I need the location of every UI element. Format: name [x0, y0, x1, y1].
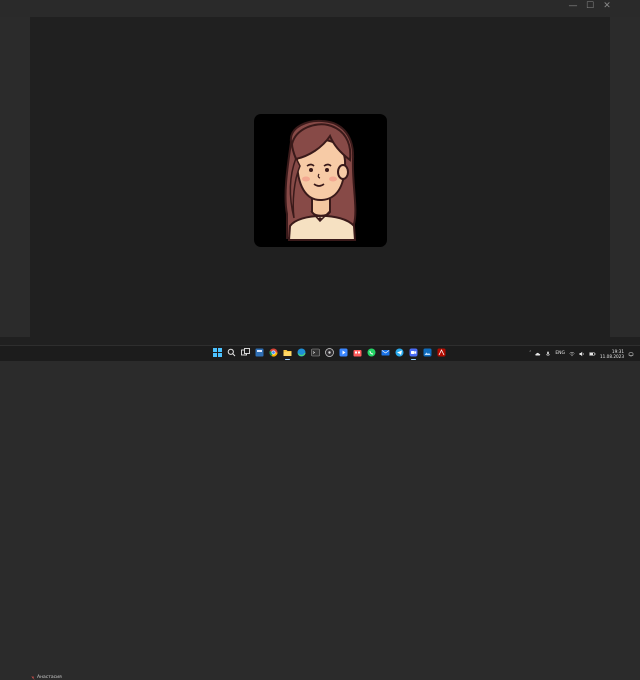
terminal-icon[interactable]	[310, 347, 321, 358]
wifi-icon[interactable]	[569, 351, 575, 357]
media-app-icon[interactable]	[338, 347, 349, 358]
system-tray: ˄ ENG 19:31 11.08.2023	[529, 346, 640, 361]
minimize-button[interactable]: —	[568, 1, 578, 11]
maximize-button[interactable]: ☐	[585, 1, 595, 11]
taskbar-clock[interactable]: 19:31 11.08.2023	[600, 349, 624, 359]
widgets-icon[interactable]	[254, 347, 265, 358]
volume-icon[interactable]	[579, 351, 585, 357]
mic-muted-icon	[31, 675, 35, 680]
onedrive-icon[interactable]	[535, 351, 541, 357]
acrobat-icon[interactable]	[436, 347, 447, 358]
edge-icon[interactable]	[296, 347, 307, 358]
participant-name: Анастасия	[37, 675, 62, 680]
participant-name-bar: Анастасия	[0, 337, 640, 680]
chrome-icon[interactable]	[268, 347, 279, 358]
participant-name-tag: Анастасия	[31, 675, 62, 680]
mail-icon[interactable]	[380, 347, 391, 358]
windows-taskbar: ˄ ENG 19:31 11.08.2023	[0, 345, 640, 361]
clock-date: 11.08.2023	[600, 353, 624, 359]
whatsapp-icon[interactable]	[366, 347, 377, 358]
photos-icon[interactable]	[422, 347, 433, 358]
telegram-icon[interactable]	[394, 347, 405, 358]
notification-icon[interactable]	[628, 351, 634, 357]
search-icon[interactable]	[226, 347, 237, 358]
participant-avatar-tile[interactable]	[254, 114, 387, 247]
window-controls: — ☐ ✕	[568, 1, 612, 11]
task-view-icon[interactable]	[240, 347, 251, 358]
battery-icon[interactable]	[589, 351, 596, 357]
close-button[interactable]: ✕	[602, 1, 612, 11]
window-title-strip: — ☐ ✕	[0, 0, 640, 17]
zoom-icon[interactable]	[408, 347, 419, 360]
taskbar-apps	[212, 347, 447, 360]
language-indicator[interactable]: ENG	[555, 351, 565, 356]
obs-icon[interactable]	[324, 347, 335, 358]
mic-icon[interactable]	[545, 351, 551, 357]
file-explorer-icon[interactable]	[282, 347, 293, 360]
chevron-up-icon[interactable]: ˄	[529, 351, 531, 356]
store-icon[interactable]	[352, 347, 363, 358]
windows-start-icon[interactable]	[212, 347, 223, 358]
right-gutter	[610, 17, 640, 337]
avatar-illustration	[284, 119, 357, 241]
